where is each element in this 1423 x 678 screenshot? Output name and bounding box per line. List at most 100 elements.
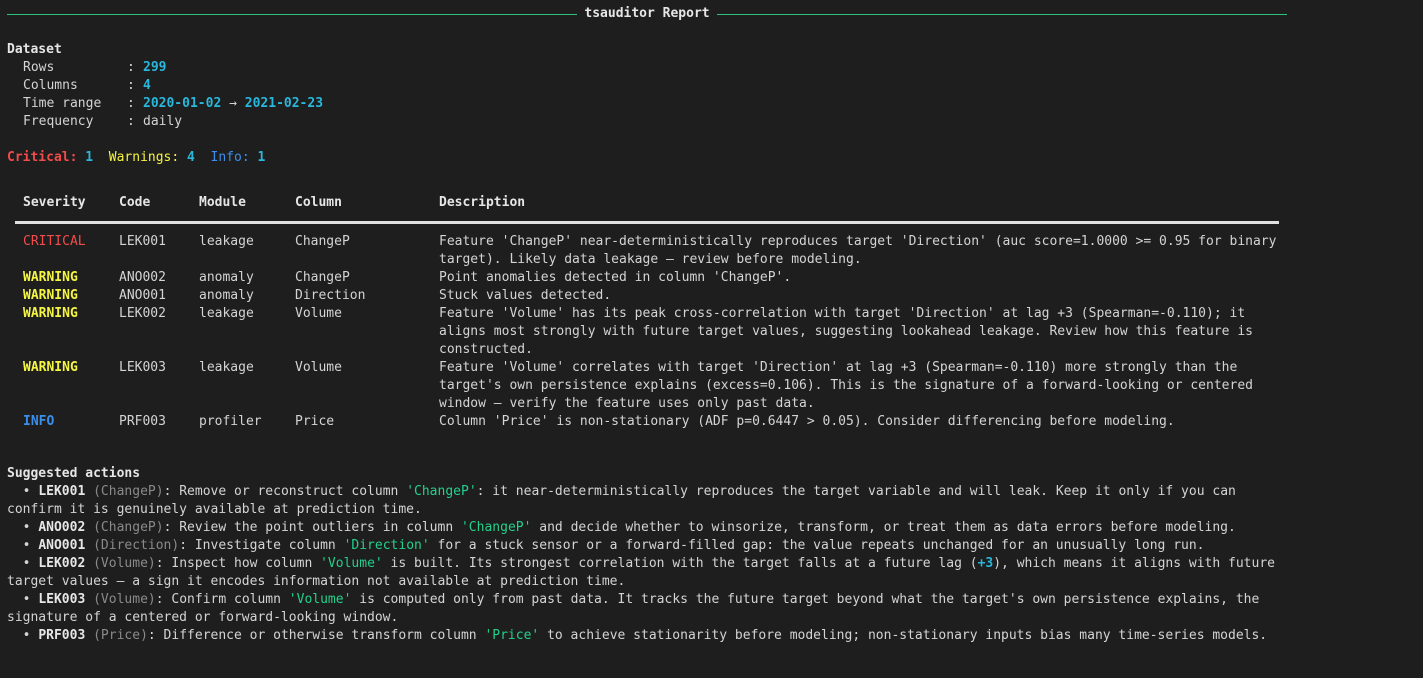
arrow-icon: →: [229, 96, 237, 111]
code-cell: LEK003: [119, 360, 166, 375]
action-item: • ANO001 (Direction): Investigate column…: [7, 537, 1292, 555]
code-cell: ANO001: [119, 288, 166, 303]
columns-value: 4: [143, 78, 151, 93]
module-cell: leakage: [199, 360, 254, 375]
action-text: and decide whether to winsorize, transfo…: [531, 520, 1236, 535]
description-cell: Point anomalies detected in column 'Chan…: [439, 270, 792, 285]
column-cell: ChangeP: [295, 234, 350, 249]
action-column-quoted: 'Direction': [343, 538, 430, 553]
action-column-quoted: 'Volume': [288, 592, 352, 607]
warnings-label: Warnings: [108, 150, 172, 165]
action-column: (Direction): [93, 538, 180, 553]
dataset-rows: Rows:299: [7, 59, 1297, 77]
action-code: LEK003: [38, 592, 86, 607]
table-row: WARNING LEK003 leakage Volume Feature 'Volum…: [15, 359, 1279, 413]
terminal-output: tsauditor Report Dataset Rows:299 Column…: [7, 5, 1297, 645]
critical-label: Critical: [7, 150, 70, 165]
action-text: : Review the point outliers in column: [163, 520, 461, 535]
column-cell: Price: [295, 414, 335, 429]
action-item: • PRF003 (Price): Difference or otherwis…: [7, 627, 1292, 645]
header-rule-right: [716, 13, 1288, 15]
header-description: Description: [439, 195, 526, 210]
action-text: is built. Its strongest correlation with…: [382, 556, 978, 571]
action-column-quoted: 'Volume': [320, 556, 383, 571]
description-cell: Column 'Price' is non-stationary (ADF p=…: [439, 414, 1175, 429]
header-code: Code: [119, 195, 151, 210]
code-cell: LEK001: [119, 234, 166, 249]
action-code: LEK002: [38, 556, 86, 571]
critical-count: 1: [85, 150, 94, 165]
action-text: : Remove or reconstruct column: [163, 484, 407, 499]
action-column: (ChangeP): [93, 484, 164, 499]
dataset-heading: Dataset: [7, 42, 62, 57]
severity-cell: INFO: [23, 414, 55, 429]
severity-cell: CRITICAL: [23, 234, 86, 249]
action-column: (Price): [93, 628, 148, 643]
module-cell: leakage: [199, 306, 254, 321]
code-cell: LEK002: [119, 306, 166, 321]
action-item: • LEK003 (Volume): Confirm column 'Volum…: [7, 591, 1292, 627]
action-code: LEK001: [38, 484, 86, 499]
table-header-row: Severity Code Module Column Description: [15, 185, 1279, 223]
description-cell: Feature 'Volume' has its peak cross-corr…: [439, 306, 1253, 357]
description-cell: Stuck values detected.: [439, 288, 612, 303]
column-cell: Volume: [295, 360, 342, 375]
header-severity: Severity: [23, 195, 86, 210]
action-text: for a stuck sensor or a forward-filled g…: [429, 538, 1205, 553]
header-column: Column: [295, 195, 342, 210]
column-cell: Volume: [295, 306, 342, 321]
action-text: : Difference or otherwise transform colu…: [147, 628, 485, 643]
severity-cell: WARNING: [23, 270, 78, 285]
time-end: 2021-02-23: [244, 96, 324, 111]
action-code: ANO002: [38, 520, 86, 535]
actions-list: • LEK001 (ChangeP): Remove or reconstruc…: [7, 483, 1292, 645]
report-title: tsauditor Report: [584, 6, 710, 21]
time-range-label: Time range: [23, 96, 102, 111]
action-text: : Inspect how column: [155, 556, 321, 571]
column-cell: ChangeP: [295, 270, 350, 285]
header-rule-left: [7, 13, 578, 15]
description-cell: Feature 'ChangeP' near-deterministically…: [439, 234, 1277, 267]
separator: :: [127, 78, 135, 93]
severity-cell: WARNING: [23, 288, 78, 303]
module-cell: leakage: [199, 234, 254, 249]
separator: :: [127, 114, 135, 129]
action-code: ANO001: [38, 538, 86, 553]
rows-label: Rows: [23, 60, 55, 75]
description-cell: Feature 'Volume' correlates with target …: [439, 360, 1253, 411]
module-cell: anomaly: [199, 288, 254, 303]
action-text: to achieve stationarity before modeling;…: [539, 628, 1268, 643]
module-cell: profiler: [199, 414, 262, 429]
report-header: tsauditor Report: [7, 5, 1288, 23]
action-column: (Volume): [93, 556, 156, 571]
issues-table: Severity Code Module Column Description …: [15, 185, 1279, 431]
columns-label: Columns: [23, 78, 78, 93]
time-start: 2020-01-02: [143, 96, 222, 111]
action-text: : Confirm column: [155, 592, 289, 607]
action-column: (Volume): [93, 592, 156, 607]
separator: :: [127, 96, 135, 111]
frequency-label: Frequency: [23, 114, 94, 129]
info-count: 1: [257, 150, 266, 165]
table-row: WARNING LEK002 leakage Volume Feature 'Volum…: [15, 305, 1279, 359]
severity-cell: WARNING: [23, 306, 78, 321]
info-label: Info: [210, 150, 242, 165]
column-cell: Direction: [295, 288, 366, 303]
rows-value: 299: [143, 60, 167, 75]
table-row: CRITICAL LEK001 leakage ChangeP Feature 'Cha…: [15, 223, 1279, 270]
header-module: Module: [199, 195, 246, 210]
table-row: WARNING ANO002 anomaly ChangeP Point anomali…: [15, 269, 1279, 287]
table-row: WARNING ANO001 anomaly Direction Stuck value…: [15, 287, 1279, 305]
action-code: PRF003: [38, 628, 86, 643]
code-cell: PRF003: [119, 414, 166, 429]
module-cell: anomaly: [199, 270, 254, 285]
action-item: • LEK002 (Volume): Inspect how column 'V…: [7, 555, 1292, 591]
action-column: (ChangeP): [93, 520, 164, 535]
dataset-columns: Columns:4: [7, 77, 1297, 95]
severity-summary: Critical: 1 Warnings: 4 Info: 1: [7, 150, 266, 165]
actions-heading: Suggested actions: [7, 466, 141, 481]
severity-cell: WARNING: [23, 360, 78, 375]
code-cell: ANO002: [119, 270, 166, 285]
action-column-quoted: 'ChangeP': [460, 520, 532, 535]
action-item: • ANO002 (ChangeP): Review the point out…: [7, 519, 1292, 537]
